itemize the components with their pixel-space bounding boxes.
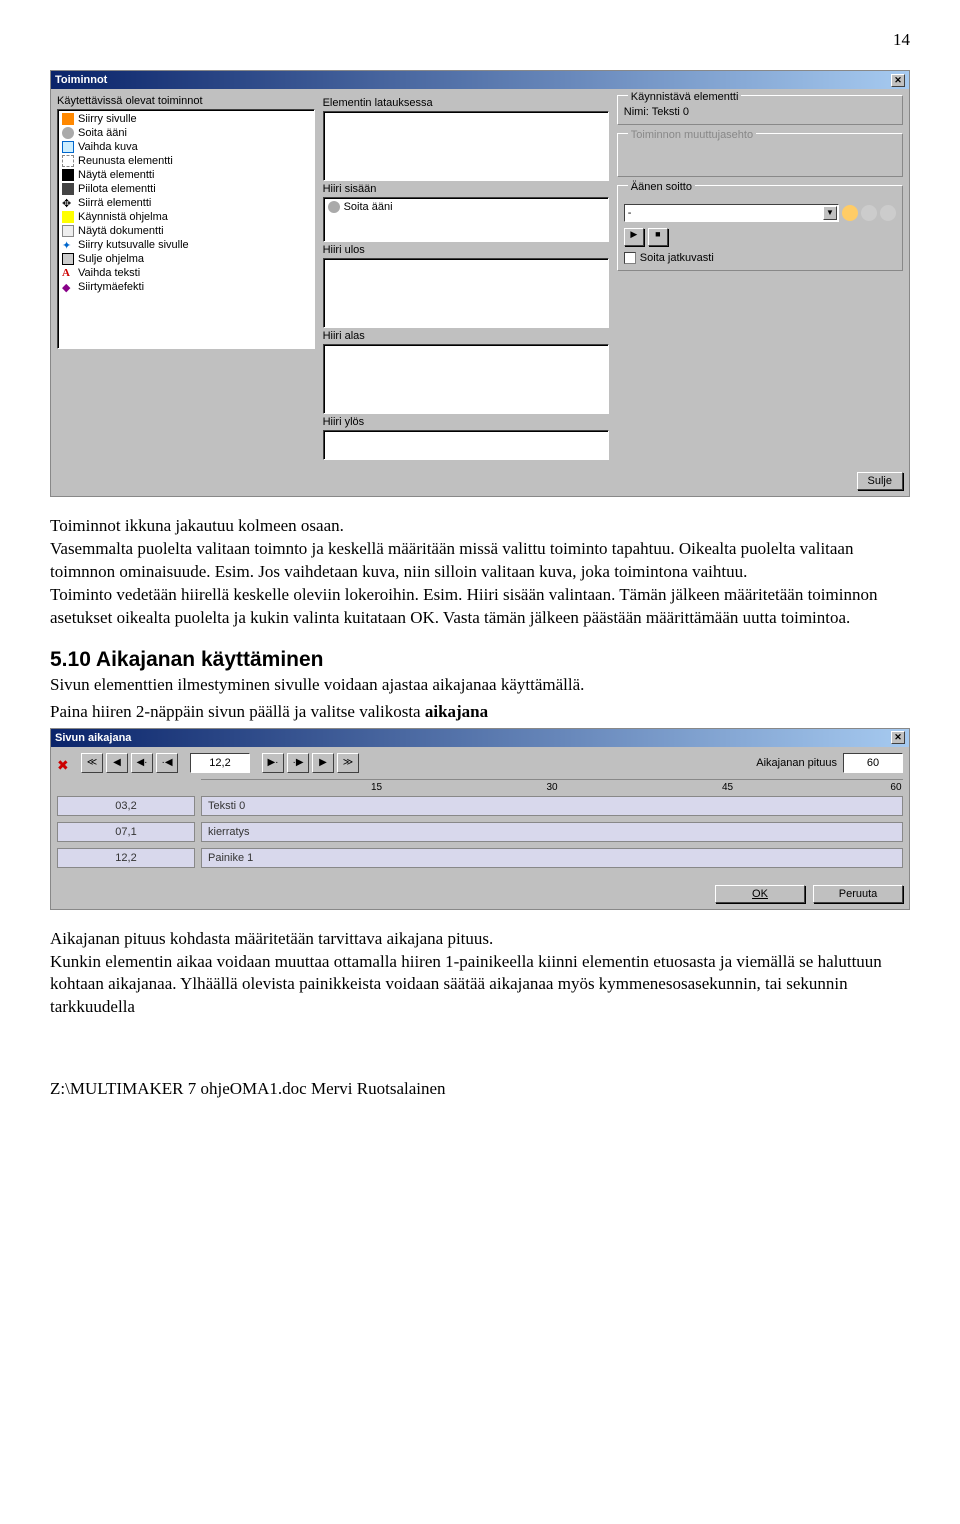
timeline-row: 03,2 Teksti 0 [57,795,903,817]
rewind-full-button[interactable]: ≪ [81,753,103,773]
element-load-list[interactable] [323,111,609,181]
toiminnot-dialog: Toiminnot ✕ Käytettävissä olevat toiminn… [50,70,910,497]
condition-legend: Toiminnon muuttujasehto [628,129,756,141]
rewind-button[interactable]: ◀ [106,753,128,773]
mouse-down-list[interactable] [323,344,609,414]
length-input[interactable]: 60 [843,753,903,773]
list-item: Sulje ohjelma [60,252,312,266]
close-button[interactable]: Sulje [857,472,903,490]
timeline-ruler: 15 30 45 60 [201,779,903,795]
condition-group: Toiminnon muuttujasehto [617,133,903,177]
row-bar[interactable]: Teksti 0 [201,796,903,816]
sound-legend: Äänen soitto [628,181,695,193]
mouse-out-list[interactable] [323,258,609,328]
section-heading: 5.10 Aikajanan käyttäminen [50,648,910,672]
delete-icon[interactable]: ✖ [57,757,69,769]
chevron-down-icon[interactable]: ▼ [823,206,837,220]
list-item: AVaihda teksti [60,266,312,280]
length-label: Aikajanan pituus [756,757,837,769]
close-icon[interactable]: ✕ [891,731,905,744]
titlebar[interactable]: Sivun aikajana ✕ [51,729,909,747]
record-icon[interactable] [861,205,877,221]
body-paragraph-2: Aikajanan pituus kohdasta määritetään ta… [50,928,910,1020]
dialog-title: Toiminnot [55,74,107,86]
time-input[interactable]: 12,2 [190,753,250,773]
list-item: Piilota elementti [60,182,312,196]
loop-label: Soita jatkuvasti [640,252,714,264]
trigger-element-group: Käynnistävä elementti Nimi: Teksti 0 [617,95,903,125]
list-item: Soita ääni [326,200,606,214]
section-intro-2: Paina hiiren 2-näppäin sivun päällä ja v… [50,701,910,724]
list-item: Siirry sivulle [60,112,312,126]
aikajana-dialog: Sivun aikajana ✕ ✖ ≪ ◀ ◀· ·◀ 12,2 ▶· ·▶ … [50,728,910,910]
body-paragraph-1: Toiminnot ikkuna jakautuu kolmeen osaan.… [50,515,910,630]
mouse-up-label: Hiiri ylös [323,416,609,428]
forward-full-button[interactable]: ≫ [337,753,359,773]
page-number: 14 [50,30,910,50]
list-item: Käynnistä ohjelma [60,210,312,224]
trigger-legend: Käynnistävä elementti [628,91,742,103]
mouse-in-label: Hiiri sisään [323,183,609,195]
dialog-title: Sivun aikajana [55,732,131,744]
mouse-in-list[interactable]: Soita ääni [323,197,609,242]
available-actions-label: Käytettävissä olevat toiminnot [57,95,315,107]
mouse-down-label: Hiiri alas [323,330,609,342]
forward-button[interactable]: ▶ [312,753,334,773]
sound-group: Äänen soitto - ▼ ▶ ■ [617,185,903,271]
list-item: Soita ääni [60,126,312,140]
row-bar[interactable]: kierratys [201,822,903,842]
element-load-label: Elementin latauksessa [323,97,609,109]
sound-select[interactable]: - ▼ [624,204,839,222]
play-button[interactable]: ▶ [624,228,644,246]
section-intro-1: Sivun elementtien ilmestyminen sivulle v… [50,674,910,697]
nudge-fwd-button[interactable]: ▶· [262,753,284,773]
loop-checkbox[interactable] [624,252,636,264]
step-back-button[interactable]: ◀· [131,753,153,773]
list-item: Reunusta elementti [60,154,312,168]
folder-icon[interactable] [842,205,858,221]
list-item: Näytä dokumentti [60,224,312,238]
row-bar[interactable]: Painike 1 [201,848,903,868]
nudge-back-button[interactable]: ·◀ [156,753,178,773]
row-time[interactable]: 12,2 [57,848,195,868]
mouse-up-list[interactable] [323,430,609,460]
timeline-row: 12,2 Painike 1 [57,847,903,869]
cancel-button[interactable]: Peruuta [813,885,903,903]
mouse-out-label: Hiiri ulos [323,244,609,256]
timeline-rows: 03,2 Teksti 0 07,1 kierratys 12,2 Painik… [51,795,909,879]
ok-button[interactable]: OK [715,885,805,903]
element-name: Nimi: Teksti 0 [624,106,896,118]
row-time[interactable]: 07,1 [57,822,195,842]
available-actions-list[interactable]: Siirry sivulle Soita ääni Vaihda kuva Re… [57,109,315,349]
row-time[interactable]: 03,2 [57,796,195,816]
help-icon[interactable] [880,205,896,221]
titlebar[interactable]: Toiminnot ✕ [51,71,909,89]
list-item: ✦Siirry kutsuvalle sivulle [60,238,312,252]
list-item: Vaihda kuva [60,140,312,154]
close-icon[interactable]: ✕ [891,74,905,87]
timeline-row: 07,1 kierratys [57,821,903,843]
footer-path: Z:\MULTIMAKER 7 ohjeOMA1.doc Mervi Ruots… [50,1079,910,1099]
list-item: ◆Siirtymäefekti [60,280,312,294]
stop-button[interactable]: ■ [648,228,668,246]
list-item: Näytä elementti [60,168,312,182]
step-fwd-button[interactable]: ·▶ [287,753,309,773]
list-item: ✥Siirrä elementti [60,196,312,210]
